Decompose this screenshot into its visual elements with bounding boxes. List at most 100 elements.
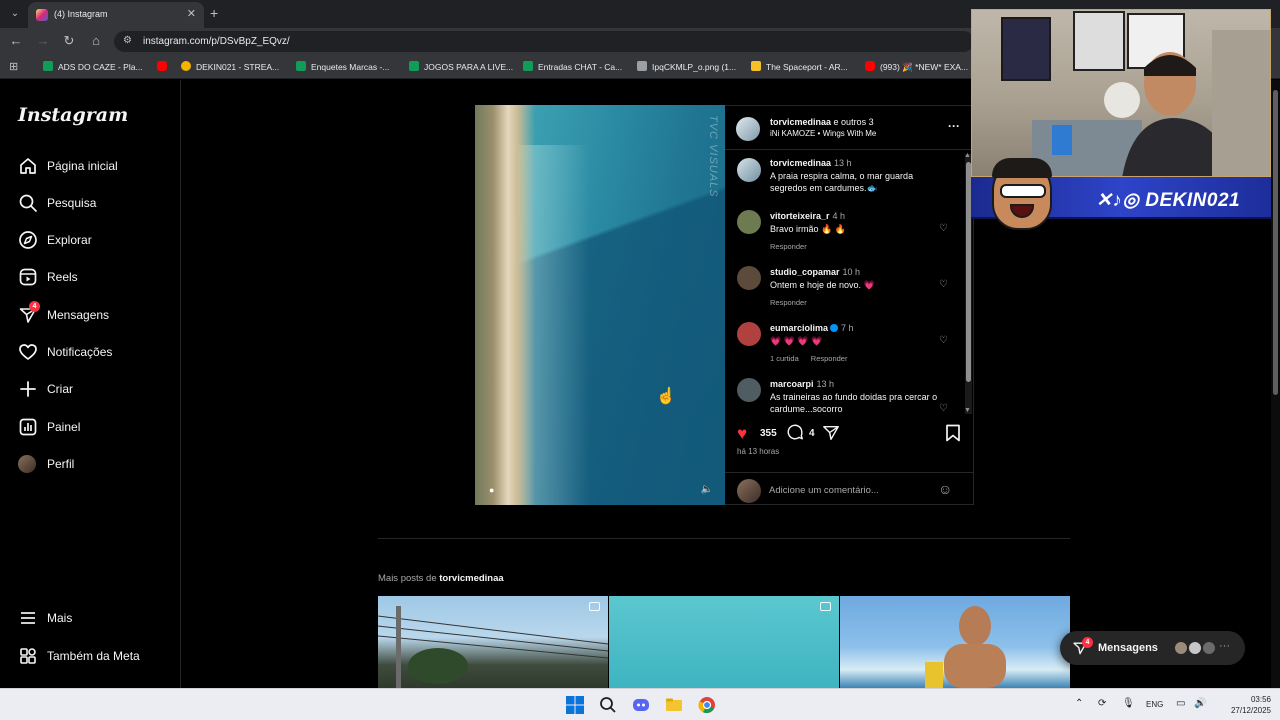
- username[interactable]: marcoarpi: [770, 379, 814, 389]
- share-icon[interactable]: [822, 424, 840, 442]
- instagram-logo[interactable]: Instagram: [18, 104, 128, 126]
- sidebar-item-label: Painel: [47, 420, 81, 434]
- scroll-down-icon[interactable]: ▼: [964, 407, 971, 414]
- username[interactable]: vitorteixeira_r: [770, 211, 830, 221]
- url-text[interactable]: instagram.com/p/DSvBpZ_EQvz/: [143, 36, 290, 47]
- power-lines-photo: [378, 606, 608, 688]
- mute-icon[interactable]: 🔈: [701, 484, 713, 495]
- comment-username[interactable]: torvicmedinaa 13 h: [770, 158, 852, 168]
- tab-close-icon[interactable]: ✕: [187, 7, 196, 20]
- site-settings-icon[interactable]: ⚙: [123, 35, 132, 46]
- chrome-icon[interactable]: [697, 695, 717, 715]
- comment-username[interactable]: marcoarpi 13 h: [770, 379, 834, 389]
- author-username[interactable]: torvicmedinaa e outros 3: [770, 117, 874, 127]
- bookmark-item[interactable]: DEKIN021 - STREA...: [181, 61, 279, 72]
- sidebar-item-also-from-meta[interactable]: Também da Meta: [18, 645, 168, 669]
- collaborators-link[interactable]: e outros 3: [834, 117, 874, 127]
- home-browser-icon[interactable]: ⌂: [87, 33, 105, 48]
- comment-like-icon[interactable]: ♡: [939, 335, 948, 346]
- bookmark-item[interactable]: Entradas CHAT - Ca...: [523, 61, 622, 72]
- page-scrollbar[interactable]: [1271, 80, 1280, 688]
- sidebar-item-reels[interactable]: Reels: [18, 266, 168, 290]
- new-tab-icon[interactable]: +: [210, 5, 218, 21]
- more-posts-user-link[interactable]: torvicmedinaa: [439, 573, 503, 584]
- comment-input[interactable]: [769, 483, 929, 497]
- reply-button[interactable]: Responder: [770, 242, 807, 251]
- reload-icon[interactable]: ↻: [60, 33, 78, 49]
- more-post-thumbnail[interactable]: [609, 596, 839, 688]
- reply-button[interactable]: Responder: [770, 298, 807, 307]
- emoji-icon[interactable]: ☺: [938, 481, 952, 497]
- bookmark-save-icon[interactable]: [945, 424, 961, 442]
- bookmark-item[interactable]: [157, 61, 172, 72]
- language-indicator[interactable]: ENG: [1146, 700, 1163, 709]
- avatar[interactable]: [737, 378, 761, 402]
- bookmark-item[interactable]: IpqCKMLP_o.png (1...: [637, 61, 736, 72]
- comment-like-icon[interactable]: ♡: [939, 223, 948, 234]
- network-icon[interactable]: ▭: [1176, 698, 1185, 709]
- menu-icon: [21, 612, 35, 624]
- username[interactable]: studio_copamar: [770, 267, 840, 277]
- bookmark-label: JOGOS PARA A LIVE...: [424, 62, 514, 72]
- comment-like-icon[interactable]: ♡: [939, 279, 948, 290]
- sidebar-item-create[interactable]: Criar: [18, 378, 168, 402]
- post-video[interactable]: TVC VISUALS ● 🔈 ☝: [475, 105, 725, 505]
- page-scrollbar-thumb[interactable]: [1273, 90, 1278, 395]
- search-icon[interactable]: [598, 695, 618, 715]
- avatar[interactable]: [737, 322, 761, 346]
- more-options-icon[interactable]: ···: [948, 119, 960, 133]
- sidebar-item-search[interactable]: Pesquisa: [18, 192, 168, 216]
- sidebar-item-home[interactable]: Página inicial: [18, 155, 168, 179]
- avatar[interactable]: [737, 158, 761, 182]
- bookmark-item[interactable]: ADS DO CAZE - Pla...: [43, 61, 143, 72]
- clock-time: 03:56: [1250, 695, 1271, 704]
- audio-track[interactable]: iNi KAMOZE • Wings With Me: [770, 129, 876, 138]
- bookmark-item[interactable]: (993) 🎉 *NEW* EXA...: [865, 61, 968, 73]
- sidebar-item-more[interactable]: Mais: [18, 607, 168, 631]
- post-timestamp[interactable]: há 13 horas: [737, 447, 779, 456]
- comment-like-icon[interactable]: ♡: [939, 403, 948, 414]
- sidebar-item-notifications[interactable]: Notificações: [18, 341, 168, 365]
- sidebar-item-messages[interactable]: 4 Mensagens: [18, 301, 168, 328]
- comment-username[interactable]: vitorteixeira_r 4 h: [770, 211, 845, 221]
- browser-tab[interactable]: (4) Instagram ✕: [28, 2, 204, 28]
- sidebar-item-explore[interactable]: Explorar: [18, 229, 168, 253]
- tray-overflow-icon[interactable]: ⌃: [1075, 698, 1083, 709]
- volume-icon[interactable]: 🔊: [1194, 698, 1206, 709]
- likes-count[interactable]: 355: [760, 428, 777, 439]
- more-post-thumbnail[interactable]: [378, 596, 608, 688]
- comment-username[interactable]: eumarciolima 7 h: [770, 323, 854, 333]
- messages-badge: 4: [1082, 637, 1093, 648]
- tagged-users-icon[interactable]: ●: [489, 485, 494, 495]
- sidebar-item-profile[interactable]: Perfil: [18, 453, 168, 477]
- more-post-thumbnail[interactable]: [840, 596, 1070, 688]
- file-explorer-icon[interactable]: [664, 695, 684, 715]
- bookmark-item[interactable]: The Spaceport - AR...: [751, 61, 848, 72]
- sidebar-item-dashboard[interactable]: Painel: [18, 416, 168, 440]
- omnibox[interactable]: ⚙ instagram.com/p/DSvBpZ_EQvz/: [114, 31, 974, 52]
- username[interactable]: eumarciolima: [770, 323, 828, 333]
- author-name[interactable]: torvicmedinaa: [770, 117, 831, 127]
- apps-grid-icon[interactable]: ⊞: [9, 60, 18, 73]
- comment-likes-count[interactable]: 1 curtida: [770, 354, 799, 363]
- tab-search-icon[interactable]: ⌄: [6, 5, 24, 23]
- username[interactable]: torvicmedinaa: [770, 158, 831, 168]
- like-heart-icon[interactable]: ♥: [737, 424, 747, 444]
- discord-icon[interactable]: [631, 695, 651, 715]
- comment-icon[interactable]: [786, 423, 804, 441]
- back-icon[interactable]: ←: [7, 33, 25, 48]
- scroll-up-icon[interactable]: ▲: [964, 152, 971, 159]
- bookmark-item[interactable]: Enquetes Marcas -...: [296, 61, 389, 72]
- sync-icon[interactable]: ⟳: [1098, 698, 1106, 709]
- avatar[interactable]: [737, 266, 761, 290]
- system-clock[interactable]: 03:56 27/12/2025: [1216, 694, 1271, 716]
- author-avatar[interactable]: [736, 117, 760, 141]
- bookmark-item[interactable]: JOGOS PARA A LIVE...: [409, 61, 513, 72]
- microphone-icon[interactable]: 🎙: [1122, 698, 1135, 709]
- messages-floating-button[interactable]: 4 Mensagens ···: [1060, 631, 1245, 665]
- windows-start-icon[interactable]: [565, 695, 585, 715]
- comment-username[interactable]: studio_copamar 10 h: [770, 267, 860, 277]
- avatar[interactable]: [737, 210, 761, 234]
- reply-button[interactable]: Responder: [811, 354, 848, 363]
- forward-icon[interactable]: →: [34, 33, 52, 48]
